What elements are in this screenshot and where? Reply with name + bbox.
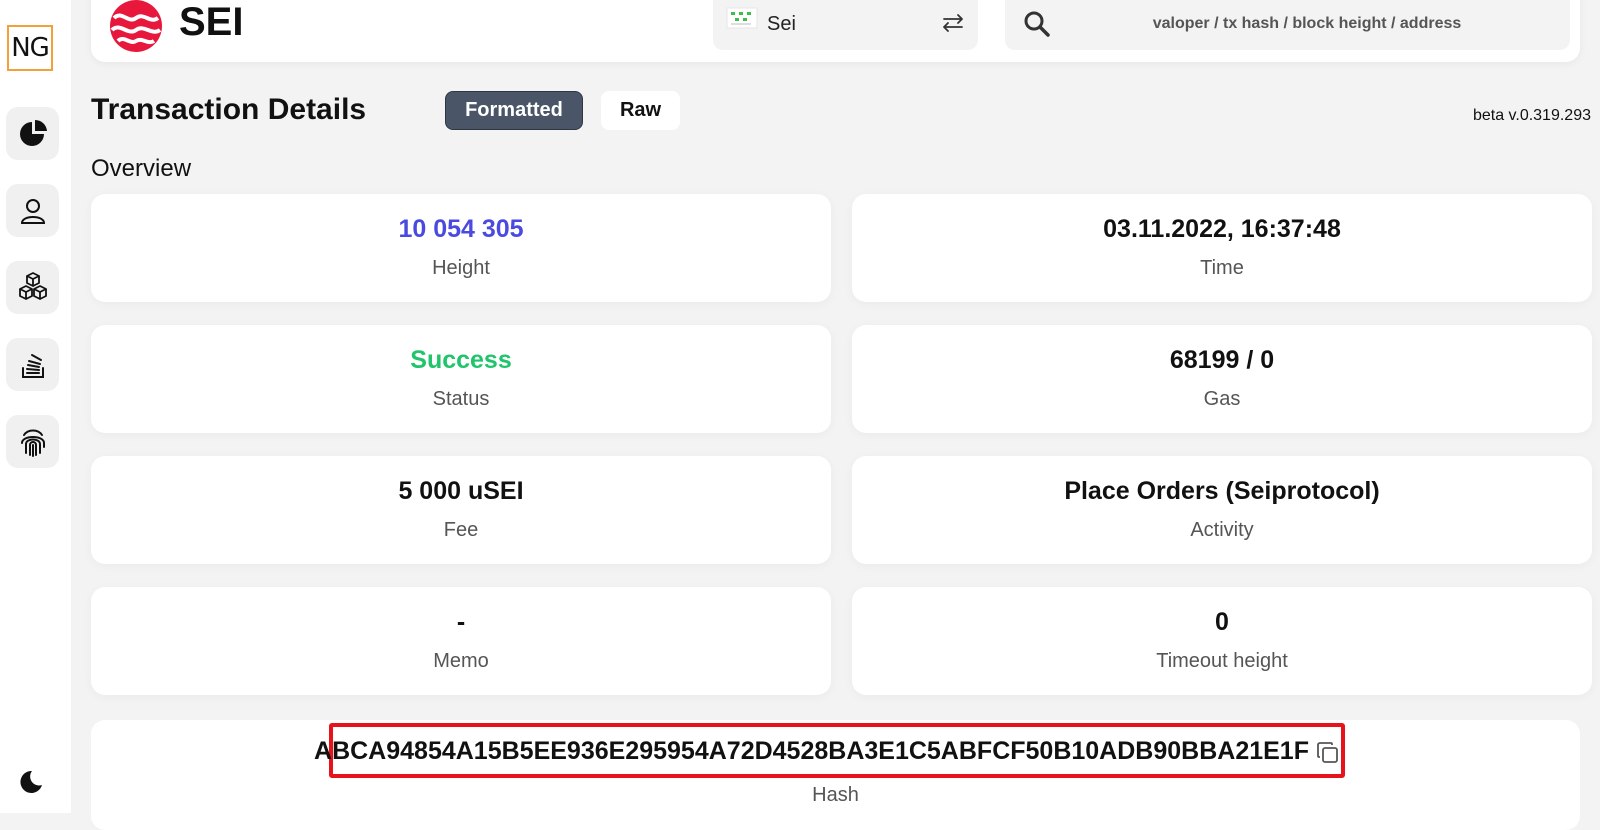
height-label: Height [432, 257, 490, 279]
tab-formatted[interactable]: Formatted [445, 91, 583, 130]
chain-selector[interactable]: Sei [713, 0, 978, 50]
copy-icon[interactable] [1315, 740, 1341, 766]
top-bar: SEI Sei [91, 0, 1580, 62]
chain-name: Sei [767, 13, 796, 35]
height-card: 10 054 305 Height [91, 194, 831, 302]
status-card: Success Status [91, 325, 831, 433]
search-input[interactable] [1065, 8, 1549, 40]
time-card: 03.11.2022, 16:37:48 Time [852, 194, 1592, 302]
sidebar-item-validators[interactable] [6, 415, 59, 468]
activity-label: Activity [1190, 519, 1254, 541]
moon-icon [20, 770, 42, 793]
chain-icon [726, 7, 758, 29]
activity-card: Place Orders (Seiprotocol) Activity [852, 456, 1592, 564]
gas-value: 68199 / 0 [1169, 346, 1275, 374]
tab-raw[interactable]: Raw [601, 91, 680, 130]
fee-card: 5 000 uSEI Fee [91, 456, 831, 564]
blocks-icon [18, 271, 47, 300]
hash-card: ABCA94854A15B5EE936E295954A72D4528BA3E1C… [91, 720, 1580, 830]
status-value: Success [410, 346, 512, 374]
status-label: Status [432, 388, 490, 410]
sidebar-item-blocks[interactable] [6, 261, 59, 314]
memo-card: - Memo [91, 587, 831, 695]
app-logo[interactable]: NG [7, 25, 53, 71]
sidebar: NG [0, 0, 71, 813]
search-icon[interactable] [1023, 10, 1051, 38]
user-icon [20, 198, 45, 224]
page-title: Transaction Details [91, 93, 367, 126]
fingerprint-icon [20, 429, 45, 457]
sidebar-item-transactions[interactable] [6, 338, 59, 391]
brand-name: SEI [179, 0, 244, 44]
gas-label: Gas [1203, 388, 1241, 410]
sidebar-item-dashboard[interactable] [6, 107, 59, 160]
hash-label: Hash [812, 784, 859, 806]
gas-card: 68199 / 0 Gas [852, 325, 1592, 433]
timeout-height-value: 0 [1215, 608, 1229, 636]
sei-logo-icon[interactable] [108, 0, 164, 54]
sidebar-item-accounts[interactable] [6, 184, 59, 237]
section-title: Overview [91, 155, 192, 182]
time-value: 03.11.2022, 16:37:48 [1103, 215, 1341, 243]
stack-icon [21, 353, 44, 378]
search-box [1005, 0, 1570, 50]
memo-label: Memo [433, 650, 489, 672]
time-label: Time [1200, 257, 1244, 279]
memo-value: - [456, 608, 466, 636]
activity-value: Place Orders (Seiprotocol) [1064, 477, 1380, 505]
theme-toggle[interactable] [11, 762, 51, 802]
version-label: beta v.0.319.293 [1472, 107, 1591, 124]
height-value[interactable]: 10 054 305 [91, 215, 831, 244]
hash-value[interactable]: ABCA94854A15B5EE936E295954A72D4528BA3E1C… [91, 737, 1580, 766]
switch-arrows-icon[interactable] [941, 12, 965, 34]
fee-label: Fee [443, 519, 479, 541]
timeout-height-card: 0 Timeout height [852, 587, 1592, 695]
fee-value: 5 000 uSEI [398, 477, 524, 505]
app-logo-text: NG [11, 33, 50, 63]
pie-chart-icon [19, 119, 47, 146]
timeout-height-label: Timeout height [1156, 650, 1288, 672]
